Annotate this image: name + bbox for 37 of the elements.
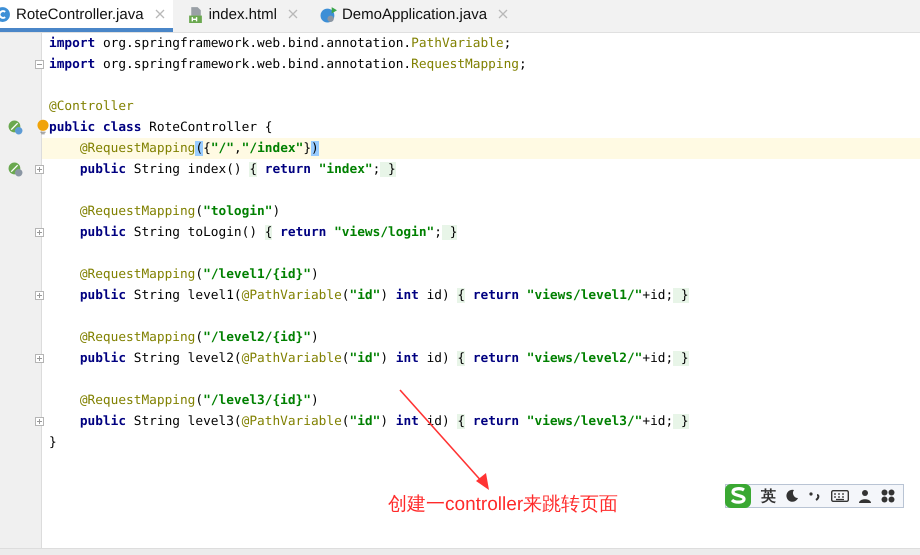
code-line: @RequestMapping("/level2/{id}") [78, 330, 319, 345]
close-icon[interactable] [154, 9, 165, 19]
code-line: } [49, 435, 57, 450]
editor-tab[interactable]: index.html [186, 0, 306, 32]
close-icon[interactable] [498, 9, 508, 19]
callout-text: 创建一controller来跳转页面 [388, 493, 618, 517]
editor-tab[interactable]: DemoApplication.java [320, 0, 516, 32]
code-line: @RequestMapping("/level3/{id}") [78, 393, 319, 408]
web-mapping-icon[interactable] [8, 162, 23, 177]
unfold-icon[interactable] [35, 417, 44, 426]
editor-tab[interactable]: RoteController.java [0, 0, 173, 32]
code-line: public class RoteController { [49, 120, 272, 135]
code-line: @RequestMapping("/level1/{id}") [78, 267, 319, 282]
code-line: public String level2(@PathVariable("id") int id) { return "views/level2/"+id; } [78, 351, 689, 366]
unfold-icon[interactable] [35, 291, 44, 300]
code-line: public String toLogin() { return "views/login"; } [78, 225, 458, 240]
unfold-icon[interactable] [35, 354, 44, 363]
grid-icon[interactable] [881, 489, 895, 503]
keyboard-icon[interactable] [831, 490, 849, 502]
code-line: @Controller [49, 99, 134, 114]
input-mode-toggle[interactable]: 英 [761, 486, 776, 506]
fold-icon[interactable] [35, 60, 44, 69]
close-icon[interactable] [288, 9, 298, 19]
ime-logo-icon[interactable] [724, 483, 752, 509]
code-line: public String level1(@PathVariable("id") int id) { return "views/level1/"+id; } [78, 288, 689, 303]
code-line: @RequestMapping({"/","/index"}) [78, 141, 319, 156]
code-line: import org.springframework.web.bind.annotation.PathVariable; [49, 36, 512, 51]
code-line: public String index() { return "index"; } [78, 162, 396, 177]
user-icon[interactable] [858, 489, 872, 503]
code-line: import org.springframework.web.bind.annotation.RequestMapping; [49, 57, 527, 72]
code-line: public String level3(@PathVariable("id") int id) { return "views/level3/"+id; } [78, 414, 689, 429]
unfold-icon[interactable] [35, 165, 44, 174]
bean-class-icon[interactable] [8, 120, 23, 135]
lightbulb-icon[interactable] [37, 119, 49, 135]
unfold-icon[interactable] [35, 228, 44, 237]
moon-icon[interactable] [785, 489, 799, 503]
code-line: @RequestMapping("tologin") [78, 204, 280, 219]
